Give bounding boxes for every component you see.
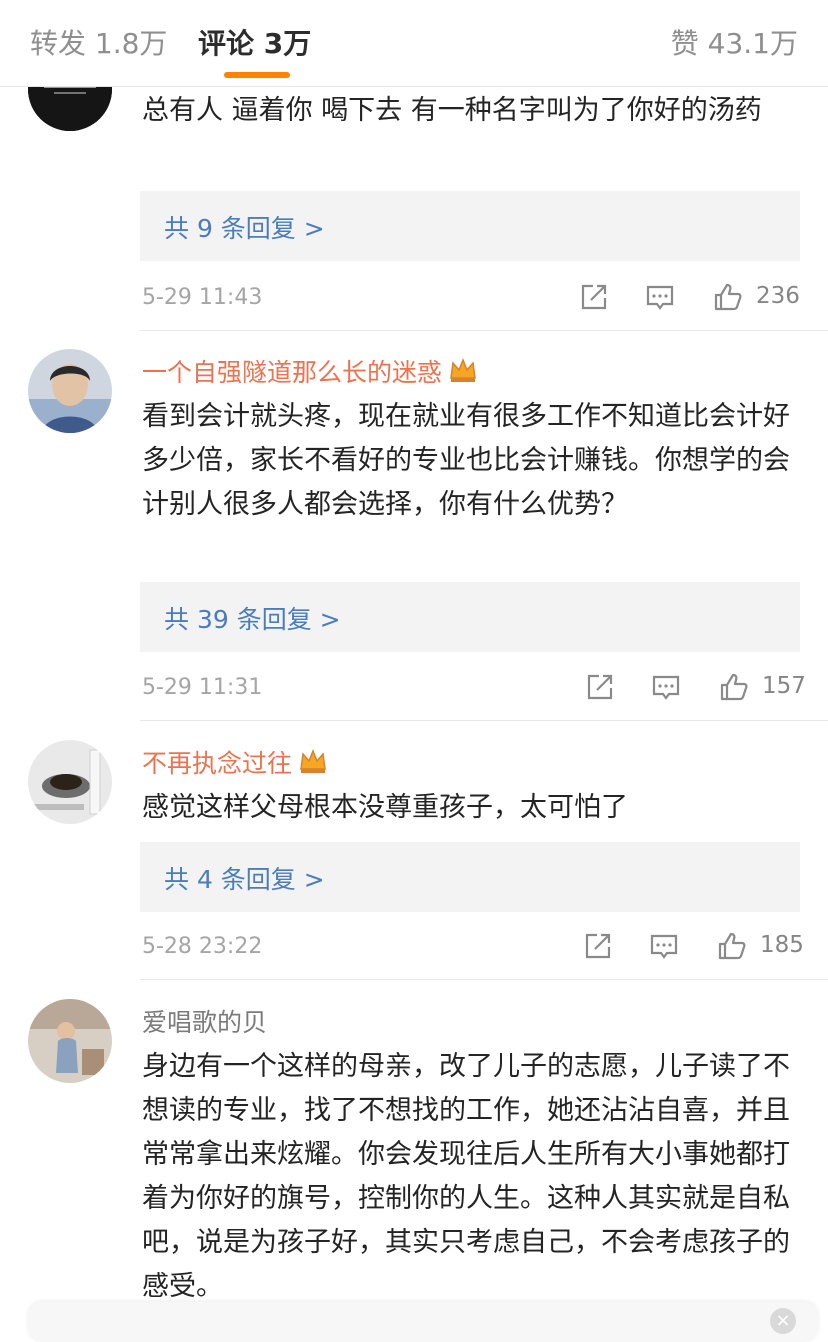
comment-meta: 5-28 23:22 185 <box>142 928 804 968</box>
reply-box[interactable]: 共 39 条回复 > <box>140 582 800 652</box>
comment-time: 5-28 23:22 <box>142 934 263 959</box>
tab-repost[interactable]: 转发 1.8万 <box>30 22 167 62</box>
author-name[interactable]: 爱唱歌的贝 <box>142 1003 267 1039</box>
avatar[interactable] <box>28 740 112 824</box>
avatar[interactable] <box>28 999 112 1083</box>
share-icon[interactable] <box>578 281 610 313</box>
comment-icon[interactable] <box>650 671 682 703</box>
close-icon[interactable]: × <box>770 1308 796 1334</box>
thumbs-up-icon[interactable] <box>712 281 744 313</box>
tab-comments[interactable]: 评论 3万 <box>198 22 311 62</box>
view-replies-link[interactable]: 共 4 条回复 > <box>164 860 325 896</box>
author-name[interactable]: 不再执念过往 <box>142 744 328 780</box>
author-name-text[interactable]: 不再执念过往 <box>142 749 292 778</box>
crown-icon <box>300 748 326 773</box>
active-tab-indicator <box>224 72 290 78</box>
comment-icon[interactable] <box>648 930 680 962</box>
divider <box>140 979 828 980</box>
like-count: 157 <box>762 673 806 699</box>
comment-text: 身边有一个这样的母亲，改了儿子的志愿，儿子读了不想读的专业，找了不想找的工作，她… <box>142 1051 790 1302</box>
comment-text: 看到会计就头疼，现在就业有很多工作不知道比会计好多少倍，家长不看好的专业也比会计… <box>142 401 790 520</box>
comment-list[interactable]: 总有人 逼着你 喝下去 有一种名字叫为了你好的汤药 共 9 条回复 > 5-29… <box>0 87 828 1330</box>
crown-icon <box>450 357 476 382</box>
author-name-text[interactable]: 爱唱歌的贝 <box>142 1008 267 1037</box>
comment-meta: 5-29 11:43 236 <box>142 279 802 319</box>
tab-bar: 转发 1.8万 评论 3万 赞 43.1万 <box>0 0 828 87</box>
comment-time: 5-29 11:31 <box>142 675 263 700</box>
thumbs-up-icon[interactable] <box>716 930 748 962</box>
comment-icon[interactable] <box>644 281 676 313</box>
comment-meta: 5-29 11:31 157 <box>142 669 806 709</box>
avatar[interactable] <box>28 349 112 433</box>
reply-box[interactable]: 共 9 条回复 > <box>140 191 800 261</box>
like-count: 236 <box>756 283 800 309</box>
author-name[interactable]: 一个自强隧道那么长的迷惑 <box>142 353 478 389</box>
tab-likes[interactable]: 赞 43.1万 <box>671 22 798 62</box>
comment-time: 5-29 11:43 <box>142 285 263 310</box>
divider <box>140 330 828 331</box>
floating-panel[interactable]: × <box>28 1302 818 1342</box>
avatar[interactable] <box>28 87 112 131</box>
divider <box>140 720 828 721</box>
comment-text: 总有人 逼着你 喝下去 有一种名字叫为了你好的汤药 <box>142 95 762 126</box>
comment-text: 感觉这样父母根本没尊重孩子，太可怕了 <box>142 792 628 823</box>
reply-box[interactable]: 共 4 条回复 > <box>140 842 800 912</box>
share-icon[interactable] <box>584 671 616 703</box>
share-icon[interactable] <box>582 930 614 962</box>
thumbs-up-icon[interactable] <box>718 671 750 703</box>
view-replies-link[interactable]: 共 39 条回复 > <box>164 600 341 636</box>
author-name-text[interactable]: 一个自强隧道那么长的迷惑 <box>142 358 442 387</box>
like-count: 185 <box>760 932 804 958</box>
view-replies-link[interactable]: 共 9 条回复 > <box>164 209 325 245</box>
